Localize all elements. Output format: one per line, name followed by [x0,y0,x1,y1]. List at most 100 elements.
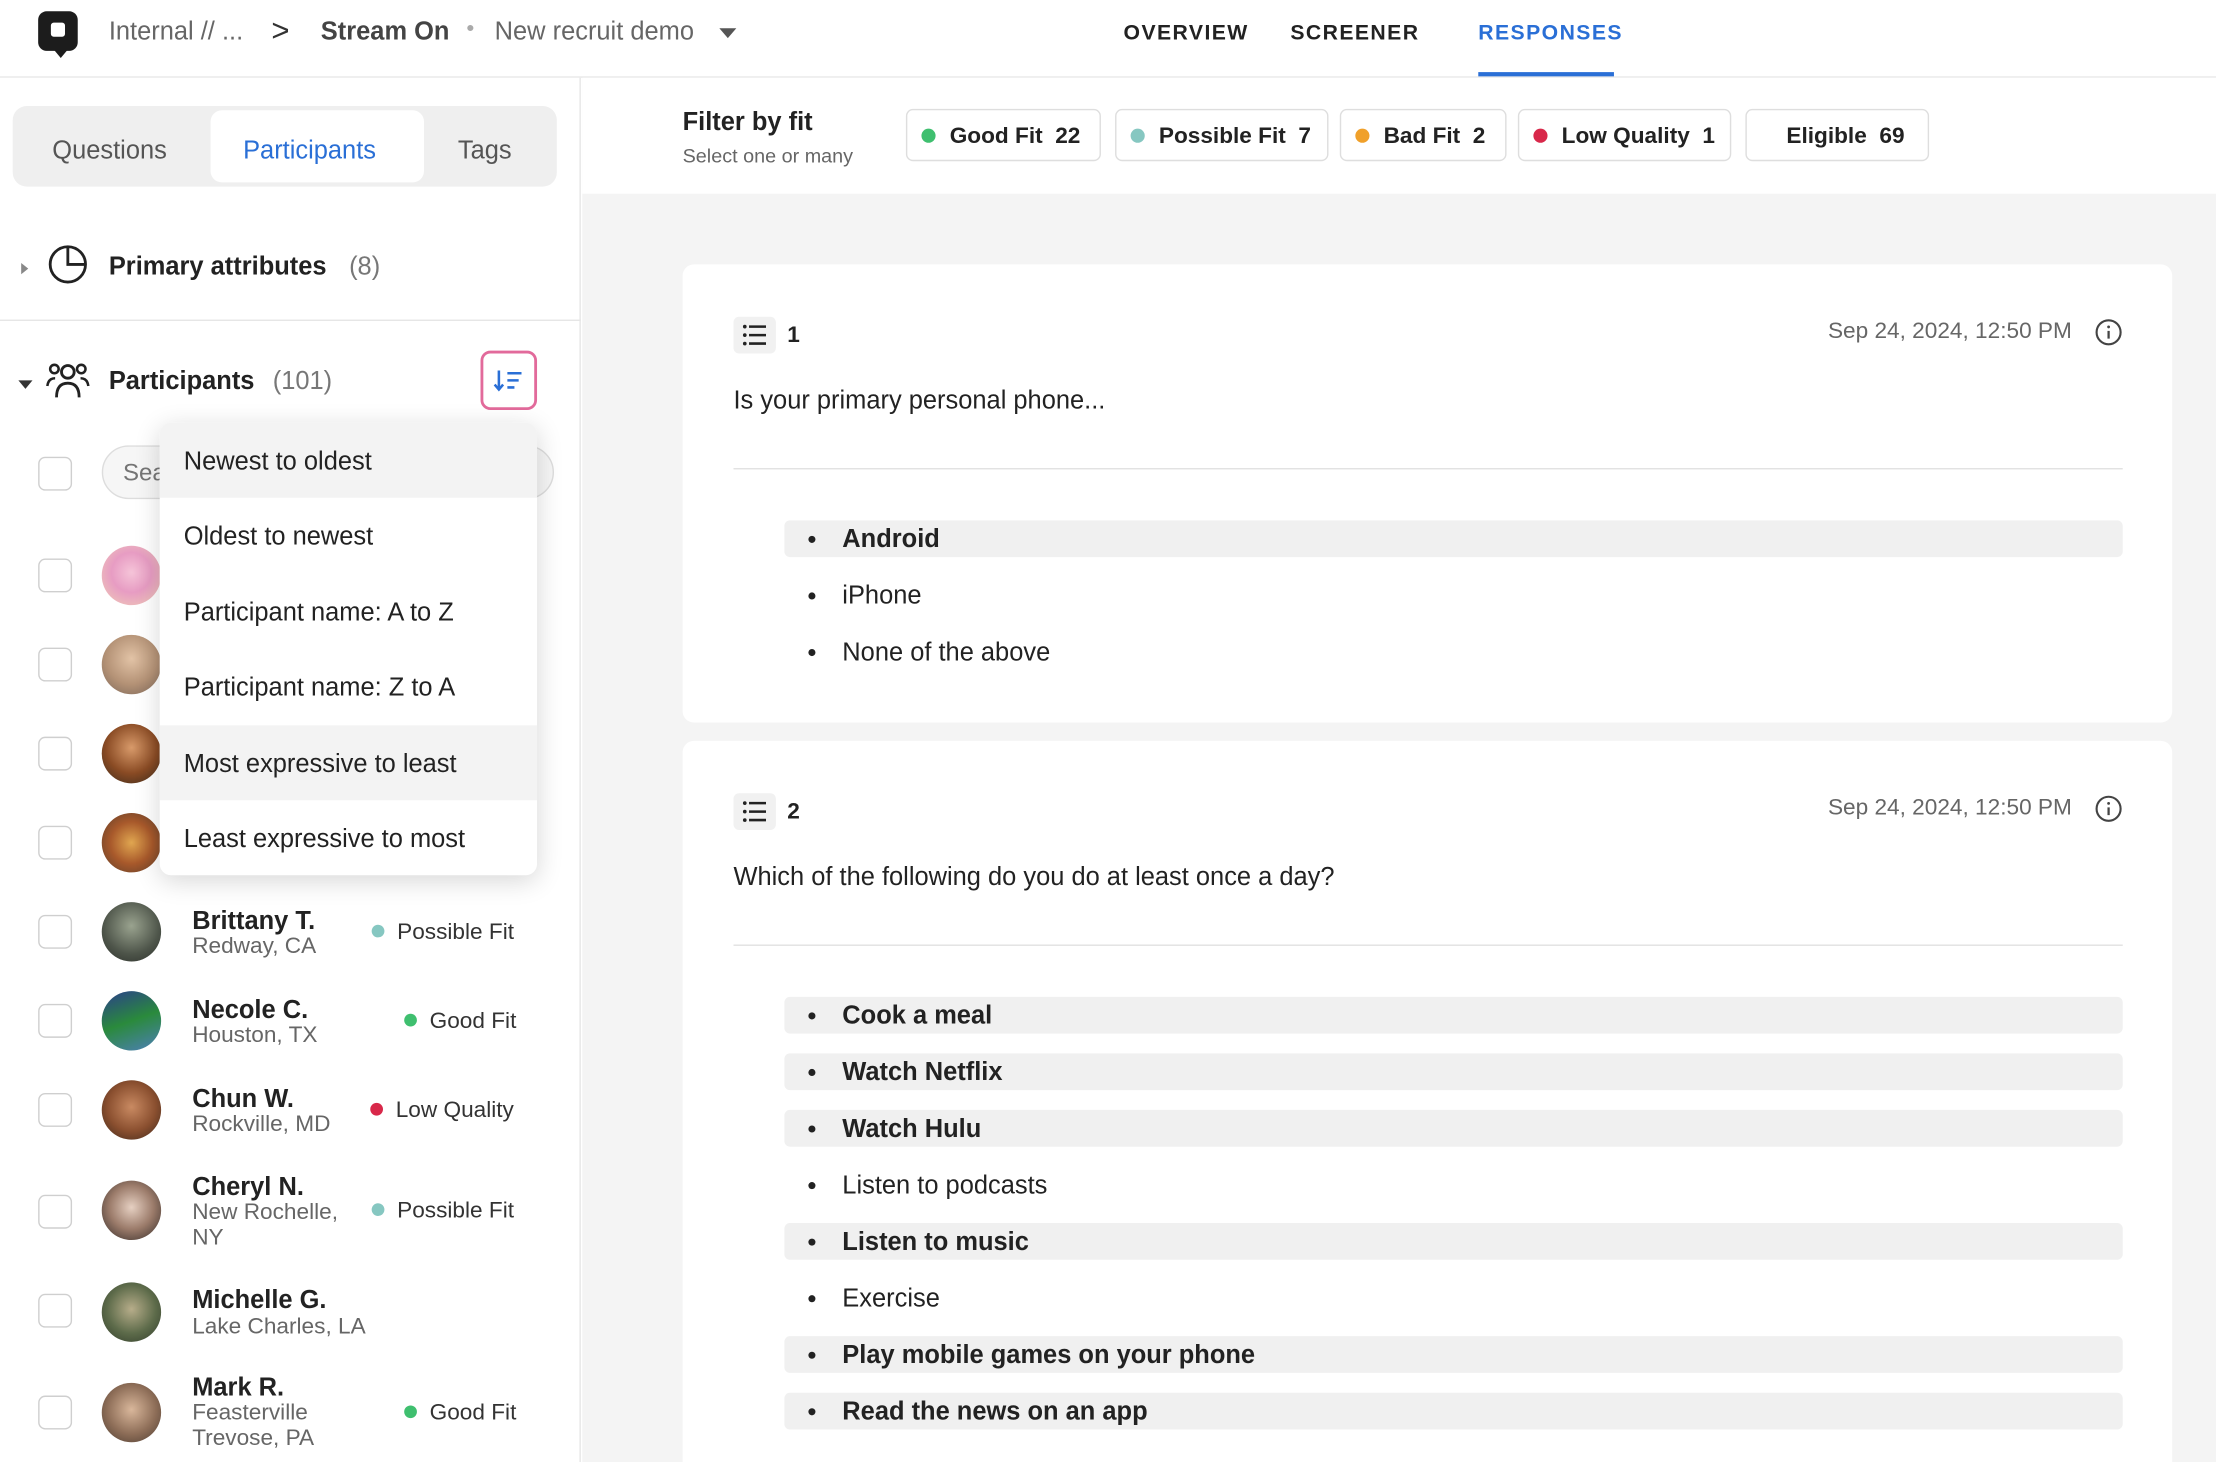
sort-option-most-expressive[interactable]: Most expressive to least [159,725,538,801]
pie-chart-icon [48,245,87,284]
caret-down-icon[interactable] [719,28,737,39]
answer-option: Play mobile games on your phone [784,1336,2123,1373]
avatar [101,723,162,784]
participant-name[interactable]: Mark R. [192,1373,284,1403]
tab-responses[interactable]: RESPONSES [1478,21,1623,45]
chevron-right-icon: > [271,12,290,49]
tab-screener[interactable]: SCREENER [1290,21,1419,45]
row-checkbox[interactable] [38,647,73,682]
filter-chip-eligible[interactable]: Eligible 69 [1745,108,1930,162]
fit-badge: Possible Fit [371,920,514,945]
responses-area: Filter by fit Select one or many Good Fi… [582,77,2216,1462]
breadcrumb-dot: • [466,16,475,42]
participant-name[interactable]: Michelle G. [192,1285,326,1315]
answer-option: Android [784,520,2123,558]
active-tab-underline [1478,72,1614,77]
sort-icon [493,370,522,392]
sort-option-least-expressive[interactable]: Least expressive to most [160,800,537,875]
question-card: 2 Sep 24, 2024, 12:50 PM Which of the fo… [682,740,2173,1462]
avatar [101,1282,162,1342]
sort-option-oldest[interactable]: Oldest to newest [160,498,537,573]
response-date: Sep 24, 2024, 12:50 PM [1827,796,2072,821]
caret-down-icon[interactable] [18,380,33,389]
participant-location: Lake Charles, LA [192,1314,366,1339]
question-divider [733,468,2123,470]
participant-location: Redway, CA [192,934,317,959]
answer-option: Watch Hulu [784,1109,2123,1147]
row-checkbox[interactable] [38,1293,73,1328]
list-icon [733,793,776,830]
filter-chip-bad-fit[interactable]: Bad Fit 2 [1339,108,1507,162]
row-checkbox[interactable] [38,914,73,949]
answer-option: iPhone [784,577,2122,614]
segmented-control: Questions Participants Tags [12,106,557,187]
row-checkbox[interactable] [38,558,73,593]
avatar [101,991,162,1051]
participant-location: Feasterville Trevose, PA [192,1401,315,1451]
question-number: 1 [787,323,800,348]
participant-name[interactable]: Brittany T. [192,906,315,936]
sort-option-name-az[interactable]: Participant name: A to Z [160,574,537,649]
primary-attributes-title[interactable]: Primary attributes [109,252,327,282]
answer-option: Cook a meal [784,996,2123,1034]
participant-location: New Rochelle, NY [192,1200,338,1250]
participant-name[interactable]: Chun W. [192,1084,294,1114]
avatar [101,1080,162,1140]
answer-option: Read the news on an app [784,1392,2123,1430]
avatar [101,813,162,873]
top-bar: Internal // ... > Stream On • New recrui… [0,0,2216,78]
answer-option: Watch Netflix [784,1053,2123,1091]
filter-title: Filter by fit [682,107,813,136]
response-date: Sep 24, 2024, 12:50 PM [1827,319,2072,344]
fit-badge: Good Fit [404,1401,516,1426]
question-divider [733,944,2123,946]
row-checkbox[interactable] [38,1003,73,1038]
sort-option-name-za[interactable]: Participant name: Z to A [160,649,537,724]
breadcrumb-workspace[interactable]: Internal // ... [109,17,243,47]
segment-questions[interactable]: Questions [52,136,167,166]
avatar [101,1382,162,1443]
row-checkbox[interactable] [38,736,73,771]
caret-right-icon[interactable] [21,262,29,275]
participant-name[interactable]: Cheryl N. [192,1172,304,1202]
sort-button[interactable] [480,350,538,411]
answer-option: Listen to music [784,1223,2123,1260]
filter-chip-good-fit[interactable]: Good Fit 22 [905,108,1101,162]
sort-menu: Newest to oldest Oldest to newest Partic… [159,422,538,876]
segment-participants[interactable]: Participants [243,136,376,166]
row-checkbox[interactable] [38,1395,73,1430]
answer-option: None of the above [784,633,2122,670]
avatar [101,902,162,962]
fit-badge: Possible Fit [371,1199,514,1224]
app-logo-icon[interactable] [38,11,78,58]
primary-attributes-count: (8) [349,251,381,280]
filter-subtitle: Select one or many [682,144,854,167]
answer-option: Exercise [784,1280,2122,1317]
row-checkbox[interactable] [38,1092,73,1127]
breadcrumb-project[interactable]: Stream On [321,17,450,47]
app-root: Internal // ... > Stream On • New recrui… [0,0,2216,1462]
sort-option-newest[interactable]: Newest to oldest [159,422,538,498]
fit-badge: Low Quality [370,1099,514,1124]
info-icon[interactable] [2094,795,2122,823]
info-icon[interactable] [2094,318,2122,346]
fit-badge: Good Fit [404,1010,516,1035]
list-icon [733,316,776,354]
filter-chip-possible-fit[interactable]: Possible Fit 7 [1115,108,1329,162]
breadcrumb-study[interactable]: New recruit demo [495,17,694,47]
avatar [101,634,162,695]
segment-tags[interactable]: Tags [458,136,512,166]
question-text: Is your primary personal phone... [733,386,1106,415]
participant-location: Houston, TX [192,1023,318,1048]
filter-chip-low-quality[interactable]: Low Quality 1 [1517,108,1732,162]
question-card: 1 Sep 24, 2024, 12:50 PM Is your primary… [682,264,2173,723]
row-checkbox[interactable] [38,825,73,860]
select-all-checkbox[interactable] [38,456,73,491]
participant-name[interactable]: Necole C. [192,995,308,1025]
answer-option: Listen to podcasts [784,1166,2122,1203]
people-icon [46,363,90,398]
tab-overview[interactable]: OVERVIEW [1124,21,1249,45]
participants-title[interactable]: Participants [109,366,255,396]
section-divider [0,319,581,321]
row-checkbox[interactable] [38,1194,73,1229]
